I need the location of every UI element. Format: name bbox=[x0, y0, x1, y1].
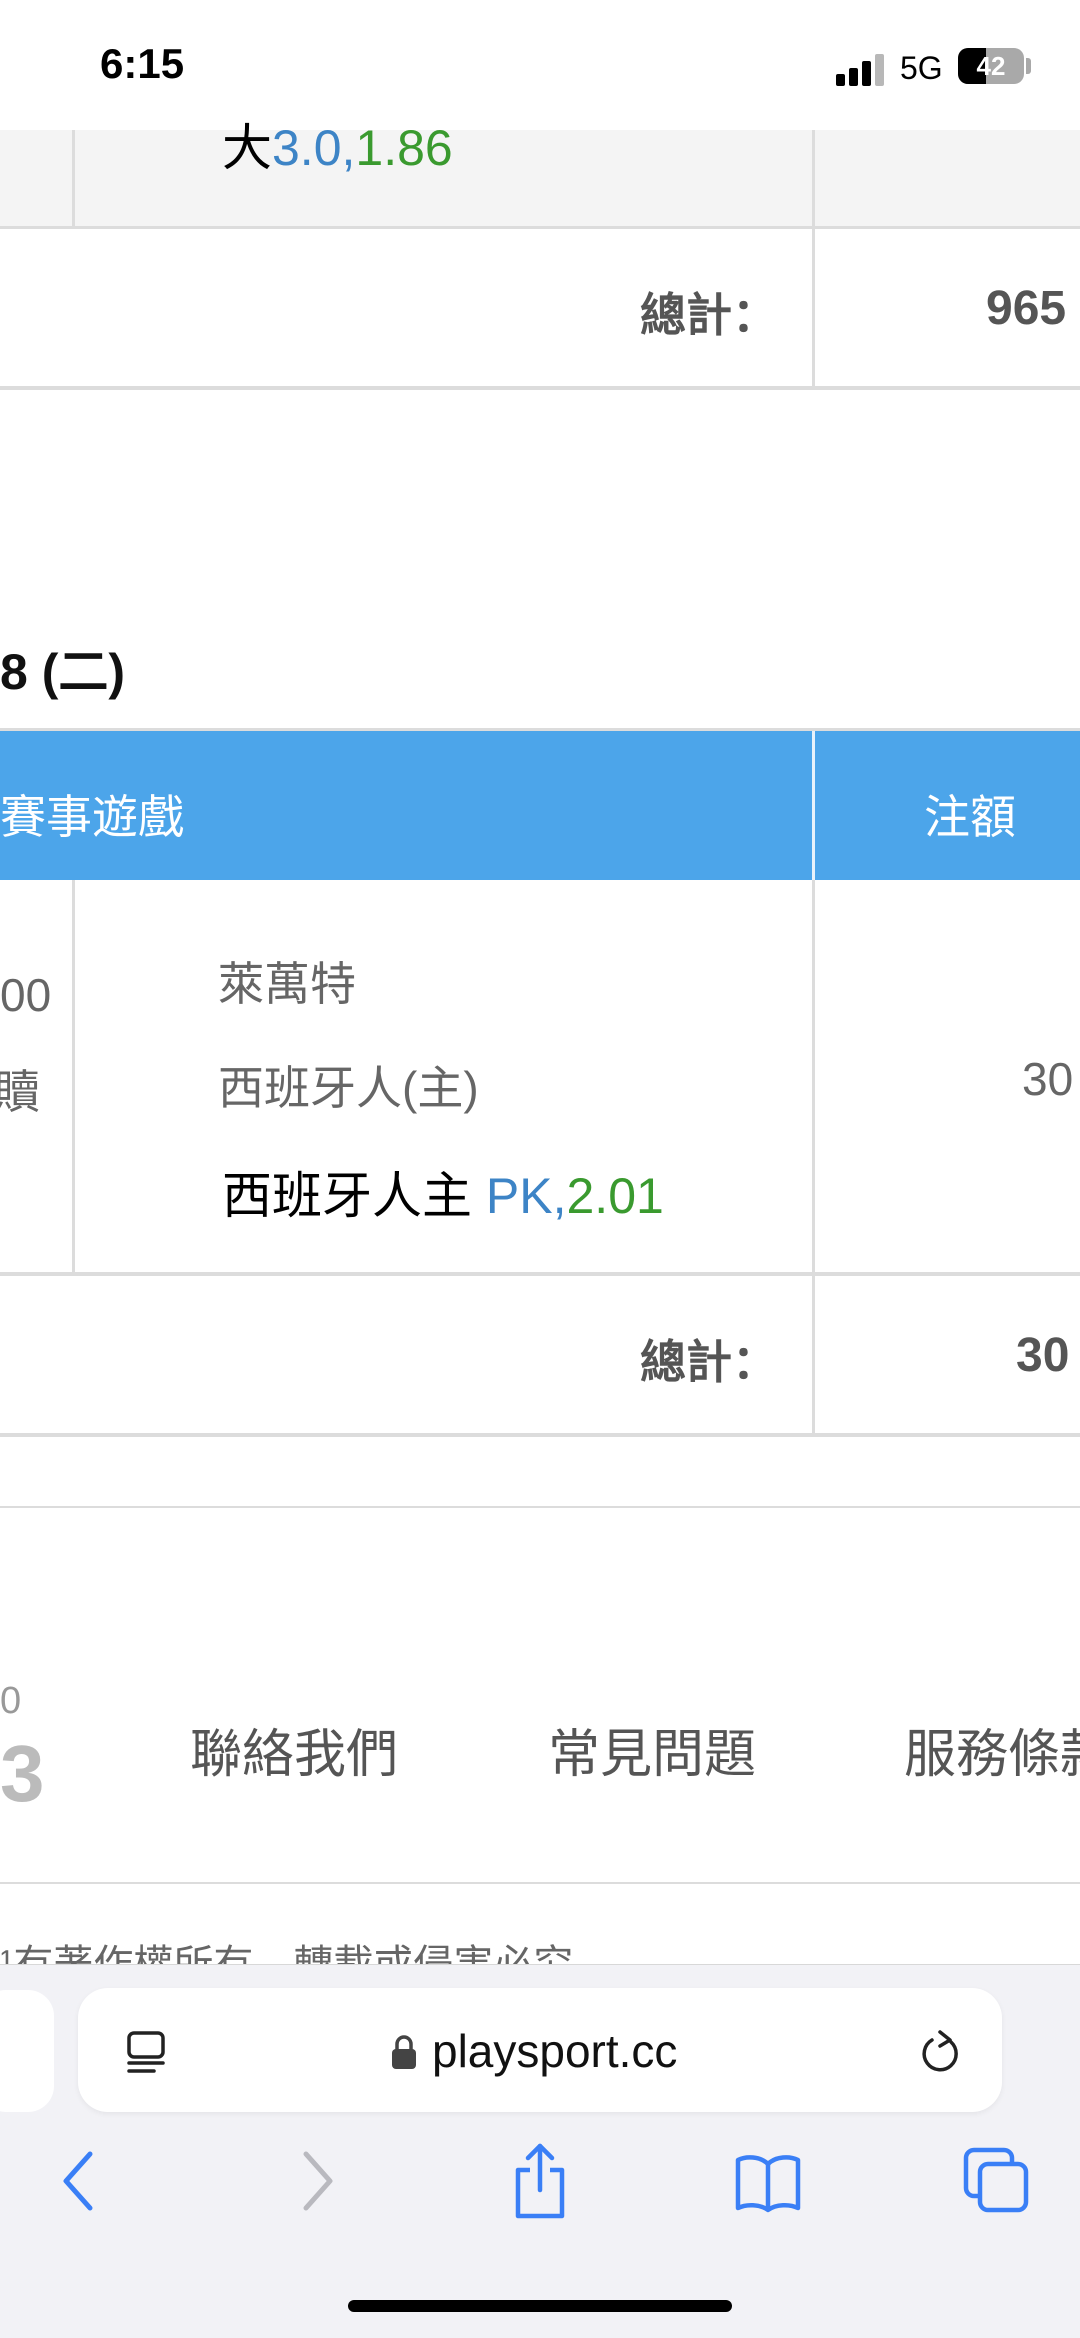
lock-icon bbox=[392, 2035, 416, 2069]
back-icon[interactable] bbox=[58, 2148, 102, 2214]
total-value: 30 bbox=[1016, 1329, 1070, 1382]
total-label: 總計： bbox=[640, 1336, 778, 1388]
bet-amount: 30 bbox=[1022, 1053, 1074, 1105]
url-text[interactable]: playsport.cc bbox=[432, 2024, 677, 2078]
share-icon[interactable] bbox=[508, 2140, 572, 2220]
column-divider bbox=[812, 130, 815, 226]
footer-small-number: 0 bbox=[0, 1680, 22, 1722]
column-divider bbox=[72, 880, 75, 1272]
column-divider bbox=[812, 880, 815, 1272]
match-time: 00 bbox=[0, 969, 52, 1021]
signal-icon bbox=[836, 52, 886, 86]
footer-link-terms[interactable]: 服務條款 bbox=[904, 1712, 1080, 1787]
total-label: 總計： bbox=[640, 289, 778, 341]
total-row: 總計： 30 bbox=[0, 1276, 1080, 1437]
away-team: 萊萬特 bbox=[218, 958, 356, 1010]
home-indicator bbox=[348, 2300, 732, 2312]
reload-icon[interactable] bbox=[918, 2028, 964, 2078]
bet-odds: 2.01 bbox=[566, 1168, 664, 1224]
bet-line: 3.0, bbox=[272, 120, 356, 176]
bet-selection: 大3.0,1.86 bbox=[222, 108, 453, 180]
column-divider bbox=[812, 731, 815, 883]
bet-line: PK, bbox=[485, 1168, 567, 1224]
status-time: 6:15 bbox=[100, 40, 185, 87]
footer-divider bbox=[0, 1506, 1080, 1508]
forward-icon bbox=[303, 2151, 333, 2211]
footer-big-number: 3 bbox=[0, 1729, 45, 1818]
column-divider bbox=[812, 229, 815, 386]
tabs-icon[interactable] bbox=[962, 2146, 1030, 2214]
bet-row-partial: 大3.0,1.86 bbox=[0, 120, 1080, 229]
header-game: 賽事遊戲 bbox=[0, 791, 184, 843]
bet-selection: 西班牙人主 PK,2.01 bbox=[222, 1156, 664, 1228]
previous-tab-preview[interactable] bbox=[0, 1990, 54, 2112]
total-value: 965 bbox=[986, 282, 1067, 335]
table-row: 00 贖 萊萬特 西班牙人(主) 西班牙人主 PK,2.01 30 bbox=[0, 880, 1080, 1276]
header-amount: 注額 bbox=[924, 791, 1016, 843]
bookmarks-icon[interactable] bbox=[732, 2150, 804, 2214]
total-row: 總計： 965 bbox=[0, 229, 1080, 390]
network-label: 5G bbox=[900, 50, 943, 86]
bet-pick: 西班牙人主 bbox=[222, 1168, 472, 1224]
tabs-sidebar-icon[interactable] bbox=[124, 2030, 170, 2076]
battery-icon: 42 bbox=[958, 48, 1024, 84]
column-divider bbox=[72, 130, 75, 226]
date-heading: 8 (二) bbox=[0, 644, 125, 700]
home-team: 西班牙人(主) bbox=[218, 1062, 479, 1114]
battery-tip bbox=[1026, 58, 1031, 74]
footer-link-contact[interactable]: 聯絡我們 bbox=[190, 1712, 398, 1787]
footer-link-faq[interactable]: 常見問題 bbox=[548, 1712, 756, 1787]
bet-odds: 1.86 bbox=[355, 120, 453, 176]
bet-pick: 大 bbox=[222, 120, 272, 176]
match-status: 贖 bbox=[0, 1066, 40, 1118]
column-divider bbox=[812, 1276, 815, 1433]
table-header: 賽事遊戲 注額 bbox=[0, 728, 1080, 883]
footer-divider bbox=[0, 1882, 1080, 1884]
battery-percent: 42 bbox=[976, 51, 1006, 81]
